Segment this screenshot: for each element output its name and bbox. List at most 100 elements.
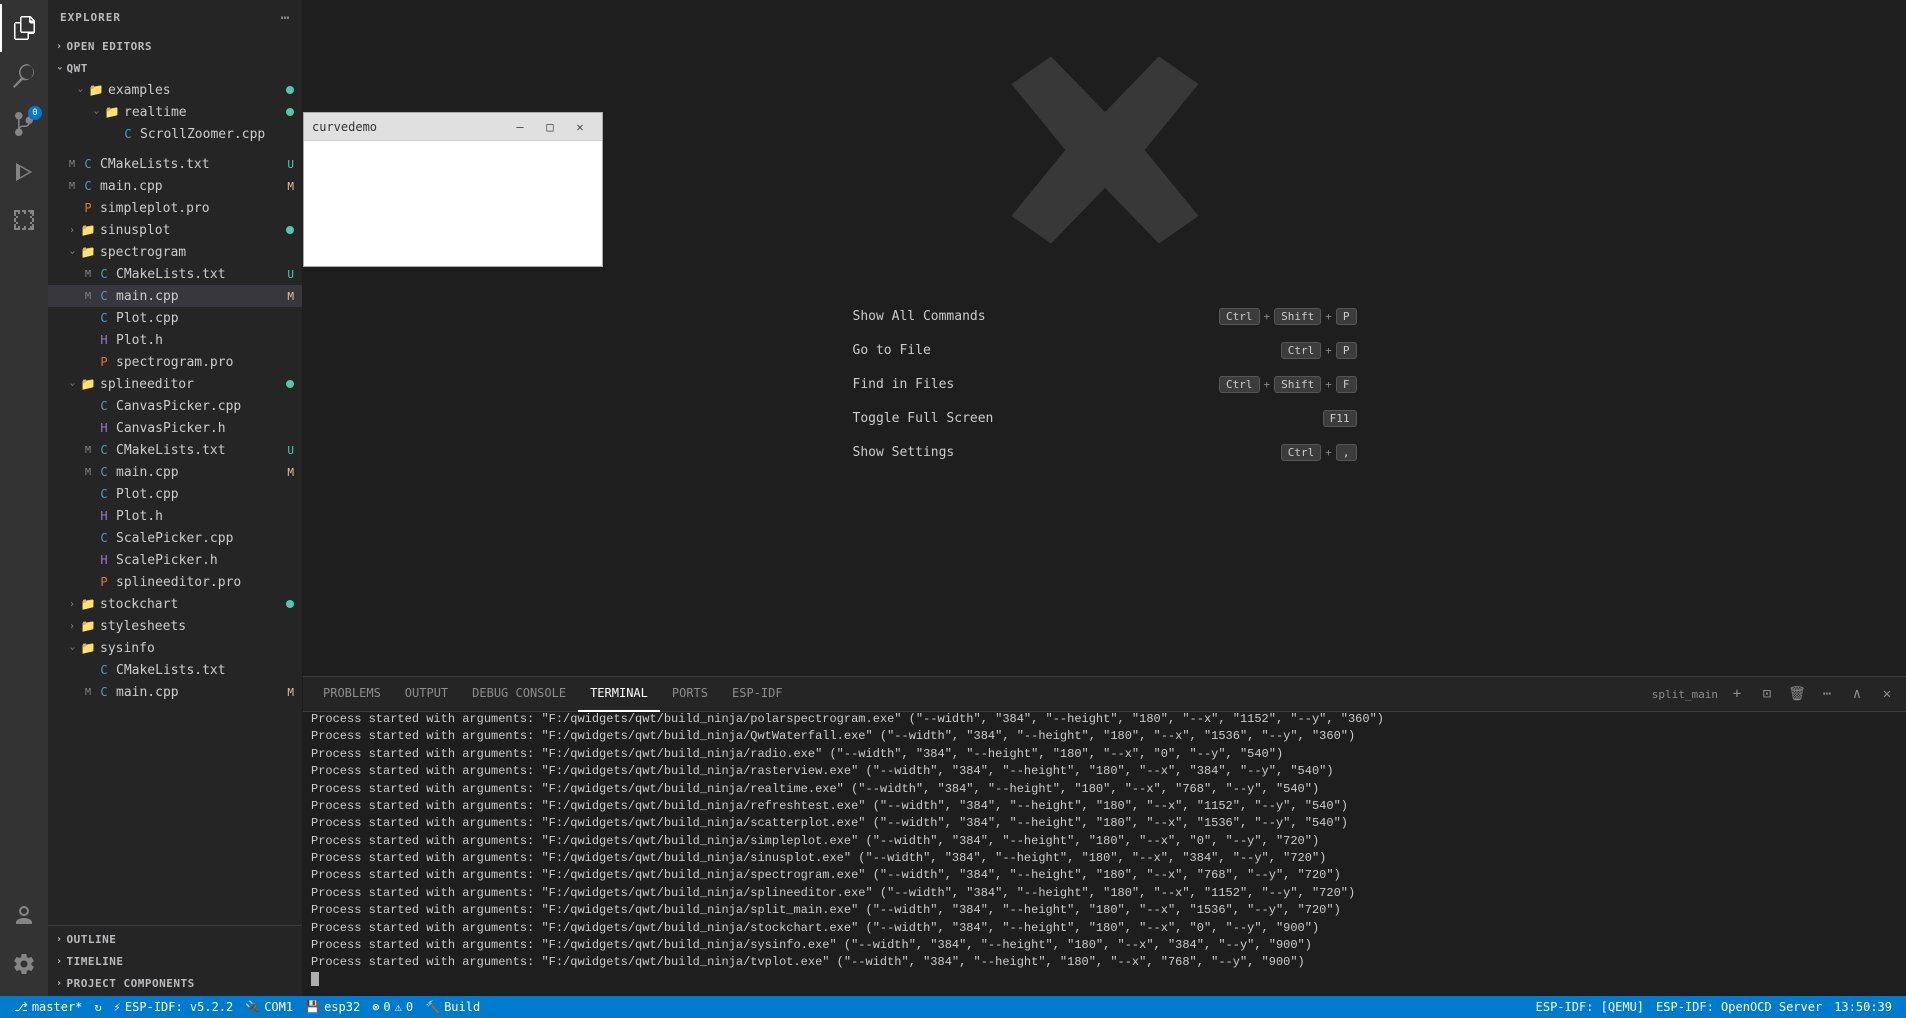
canvaspicker-cpp-icon: C <box>96 398 112 414</box>
cmd-find-files[interactable]: Find in Files Ctrl + Shift + F <box>845 368 1365 400</box>
tree-item-examples[interactable]: › 📁 examples <box>48 79 302 101</box>
status-openocd[interactable]: ESP-IDF: OpenOCD Server <box>1650 996 1828 1018</box>
panel-chevron-up-btn[interactable]: ∧ <box>1846 683 1868 705</box>
main1-badge: M <box>287 180 294 193</box>
tree-item-plot-h-spine[interactable]: H Plot.h <box>48 505 302 527</box>
panel-close-btn[interactable]: ✕ <box>1876 683 1898 705</box>
tree-item-plot-cpp[interactable]: C Plot.cpp <box>48 307 302 329</box>
tab-output[interactable]: OUTPUT <box>393 677 460 712</box>
tree-item-canvaspicker-h[interactable]: H CanvasPicker.h <box>48 417 302 439</box>
status-chip[interactable]: 💾 esp32 <box>299 996 366 1018</box>
cmd-toggle-fullscreen[interactable]: Toggle Full Screen F11 <box>845 402 1365 434</box>
chip-icon: 💾 <box>305 1000 320 1014</box>
key-f11: F11 <box>1323 410 1357 427</box>
status-com-port[interactable]: 🔌 COM1 <box>239 996 299 1018</box>
tree-item-main1[interactable]: M C main.cpp M <box>48 175 302 197</box>
accounts-icon[interactable] <box>0 892 48 940</box>
float-restore-btn[interactable]: □ <box>536 116 564 138</box>
tree-item-spectrogram[interactable]: › 📁 spectrogram <box>48 241 302 263</box>
spectrogram-pro-icon: P <box>96 354 112 370</box>
status-sync[interactable]: ↻ <box>88 996 107 1018</box>
cmd-goto-file[interactable]: Go to File Ctrl + P <box>845 334 1365 366</box>
status-bar: ⎇ master* ↻ ⚡ ESP-IDF: v5.2.2 🔌 COM1 💾 e… <box>0 996 1906 1018</box>
cmd-show-settings[interactable]: Show Settings Ctrl + , <box>845 436 1365 468</box>
tab-esp-idf[interactable]: ESP-IDF <box>720 677 795 712</box>
chip-value: esp32 <box>324 1000 360 1014</box>
status-esp-idf[interactable]: ⚡ ESP-IDF: v5.2.2 <box>108 996 240 1018</box>
tab-problems[interactable]: PROBLEMS <box>311 677 393 712</box>
source-control-icon[interactable]: 0 <box>0 100 48 148</box>
float-close-btn[interactable]: ✕ <box>566 116 594 138</box>
tree-item-stockchart[interactable]: › 📁 stockchart <box>48 593 302 615</box>
run-debug-icon[interactable] <box>0 148 48 196</box>
open-editors-header[interactable]: › OPEN EDITORS <box>48 35 302 57</box>
terminal-line: Process started with arguments: "F:/qwid… <box>311 763 1898 780</box>
plot-h-name: Plot.h <box>116 333 294 348</box>
project-components-header[interactable]: › PROJECT COMPONENTS <box>48 972 302 994</box>
tree-item-realtime[interactable]: › 📁 realtime <box>48 101 302 123</box>
settings-icon[interactable] <box>0 940 48 988</box>
tree-item-simpleplot-pro[interactable]: P simpleplot.pro <box>48 197 302 219</box>
outline-header[interactable]: › OUTLINE <box>48 928 302 950</box>
tree-item-scrollzoomer[interactable]: C ScrollZoomer.cpp <box>48 123 302 145</box>
panel-split-btn[interactable]: ⊡ <box>1756 683 1778 705</box>
new-file-icon[interactable]: ⋯ <box>281 10 290 26</box>
tree-item-cmake-spine[interactable]: M C CMakeLists.txt U <box>48 439 302 461</box>
status-right: ESP-IDF: [QEMU] ESP-IDF: OpenOCD Server … <box>1530 996 1898 1018</box>
cmd-show-all-commands[interactable]: Show All Commands Ctrl + Shift + P <box>845 300 1365 332</box>
timeline-header[interactable]: › TIMELINE <box>48 950 302 972</box>
tree-item-plot-cpp-spine[interactable]: C Plot.cpp <box>48 483 302 505</box>
tree-item-canvaspicker-cpp[interactable]: C CanvasPicker.cpp <box>48 395 302 417</box>
tree-item-scalepicker-h[interactable]: H ScalePicker.h <box>48 549 302 571</box>
terminal-line: Process started with arguments: "F:/qwid… <box>311 850 1898 867</box>
status-branch[interactable]: ⎇ master* <box>8 996 88 1018</box>
main-spec-name: main.cpp <box>116 289 287 304</box>
tree-item-cmake-sysinfo[interactable]: C CMakeLists.txt <box>48 659 302 681</box>
tree-item-cmake1[interactable]: M C CMakeLists.txt U <box>48 153 302 175</box>
tree-item-splineeditor[interactable]: › 📁 splineeditor <box>48 373 302 395</box>
tree-item-spectrogram-pro[interactable]: P spectrogram.pro <box>48 351 302 373</box>
cmake-spine-icon: C <box>96 442 112 458</box>
status-build[interactable]: 🔨 Build <box>419 996 486 1018</box>
tab-terminal[interactable]: TERMINAL <box>578 677 660 712</box>
activity-bar: 0 <box>0 0 48 996</box>
sinusplot-badge <box>286 226 294 234</box>
explorer-icon[interactable] <box>0 4 48 52</box>
tree-item-plot-h[interactable]: H Plot.h <box>48 329 302 351</box>
tab-debug-console[interactable]: DEBUG CONSOLE <box>460 677 578 712</box>
panel-kill-btn[interactable]: 🗑 <box>1786 683 1808 705</box>
plot-h-spine-icon: H <box>96 508 112 524</box>
examples-name: examples <box>108 83 286 98</box>
search-icon[interactable] <box>0 52 48 100</box>
tab-ports[interactable]: PORTS <box>660 677 720 712</box>
commands-list: Show All Commands Ctrl + Shift + P Go to… <box>845 300 1365 468</box>
tree-item-sinusplot[interactable]: › 📁 sinusplot <box>48 219 302 241</box>
extensions-icon[interactable] <box>0 196 48 244</box>
tree-item-scalepicker-cpp[interactable]: C ScalePicker.cpp <box>48 527 302 549</box>
status-idf-qemu[interactable]: ESP-IDF: [QEMU] <box>1530 996 1650 1018</box>
splineeditor-folder-icon: 📁 <box>80 376 96 392</box>
key-shift3: Shift <box>1274 376 1321 393</box>
panel-more-btn[interactable]: ⋯ <box>1816 683 1838 705</box>
status-errors[interactable]: ⊗ 0 ⚠ 0 <box>366 996 419 1018</box>
project-components-label: PROJECT COMPONENTS <box>67 977 195 990</box>
tree-item-cmake-spec[interactable]: M C CMakeLists.txt U <box>48 263 302 285</box>
splineeditor-badge <box>286 380 294 388</box>
terminal-cursor <box>311 972 319 986</box>
float-minimize-btn[interactable]: — <box>506 116 534 138</box>
open-editors-label: OPEN EDITORS <box>67 40 152 53</box>
welcome-area: Show All Commands Ctrl + Shift + P Go to… <box>303 0 1906 676</box>
tree-item-main-spine[interactable]: M C main.cpp M <box>48 461 302 483</box>
qwt-header[interactable]: › QWT <box>48 57 302 79</box>
realtime-name: realtime <box>124 105 286 120</box>
tree-item-sysinfo[interactable]: › 📁 sysinfo <box>48 637 302 659</box>
cmake1-icon: C <box>80 156 96 172</box>
key-p1: P <box>1336 308 1357 325</box>
tree-item-main-spec[interactable]: M C main.cpp M <box>48 285 302 307</box>
tree-item-stylesheets[interactable]: › 📁 stylesheets <box>48 615 302 637</box>
canvaspicker-cpp-name: CanvasPicker.cpp <box>116 399 294 414</box>
tree-item-main-sysinfo[interactable]: M C main.cpp M <box>48 681 302 703</box>
tree-item-splineeditor-pro[interactable]: P splineeditor.pro <box>48 571 302 593</box>
panel-add-btn[interactable]: + <box>1726 683 1748 705</box>
terminal-content[interactable]: Process started with arguments: "F:/qwid… <box>303 712 1906 996</box>
